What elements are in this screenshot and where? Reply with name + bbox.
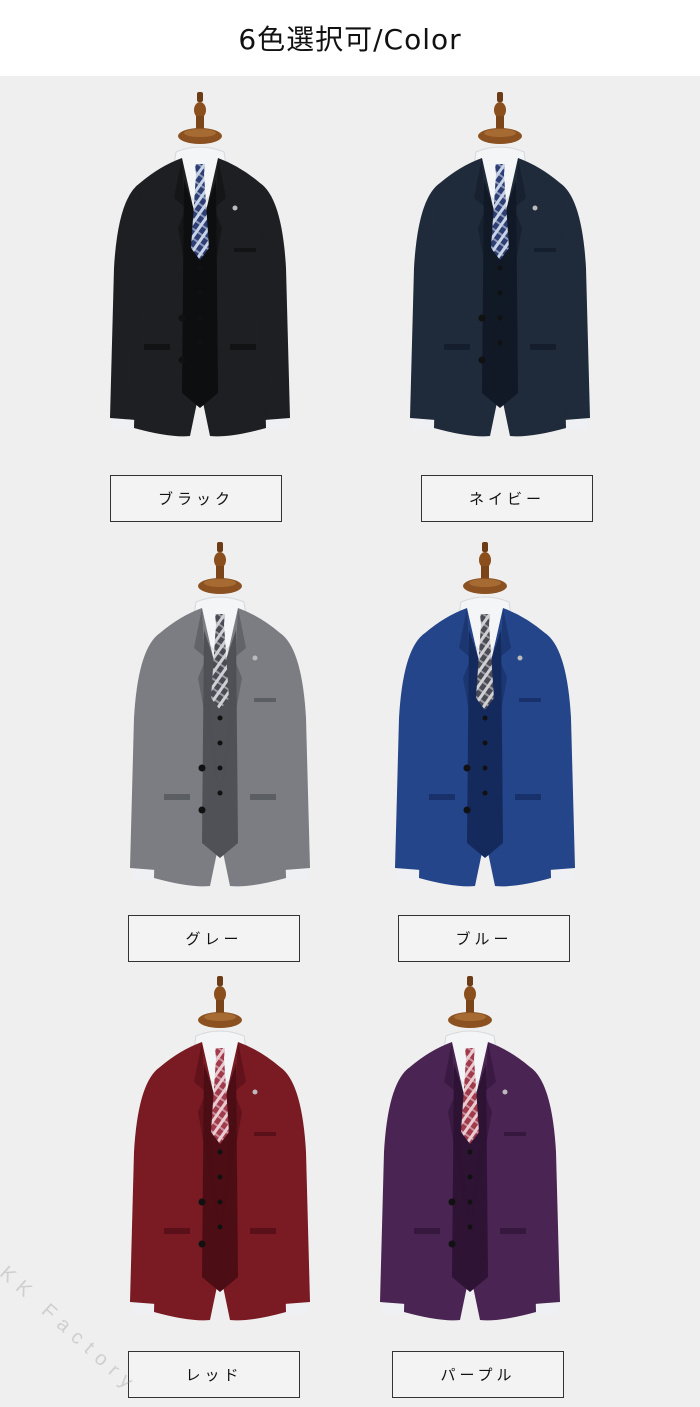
color-label[interactable]: ブラック	[110, 475, 282, 522]
suit-image	[120, 972, 320, 1346]
suit-image	[400, 88, 600, 462]
page-title: 6色選択可/Color	[238, 23, 462, 56]
color-label[interactable]: ネイビー	[421, 475, 593, 522]
color-label[interactable]: グレー	[128, 915, 300, 962]
mannequin-stand	[463, 542, 507, 594]
mannequin-stand	[198, 542, 242, 594]
suit-image	[370, 972, 570, 1346]
mannequin-stand	[448, 976, 492, 1028]
mannequin-stand	[478, 92, 522, 144]
mannequin-stand	[178, 92, 222, 144]
color-label[interactable]: レッド	[128, 1351, 300, 1398]
color-label[interactable]: ブルー	[398, 915, 570, 962]
suit-image	[385, 538, 585, 912]
suit-image	[120, 538, 320, 912]
page-header: 6色選択可/Color	[0, 0, 700, 76]
suit-image	[100, 88, 300, 462]
mannequin-stand	[198, 976, 242, 1028]
color-label[interactable]: パープル	[392, 1351, 564, 1398]
